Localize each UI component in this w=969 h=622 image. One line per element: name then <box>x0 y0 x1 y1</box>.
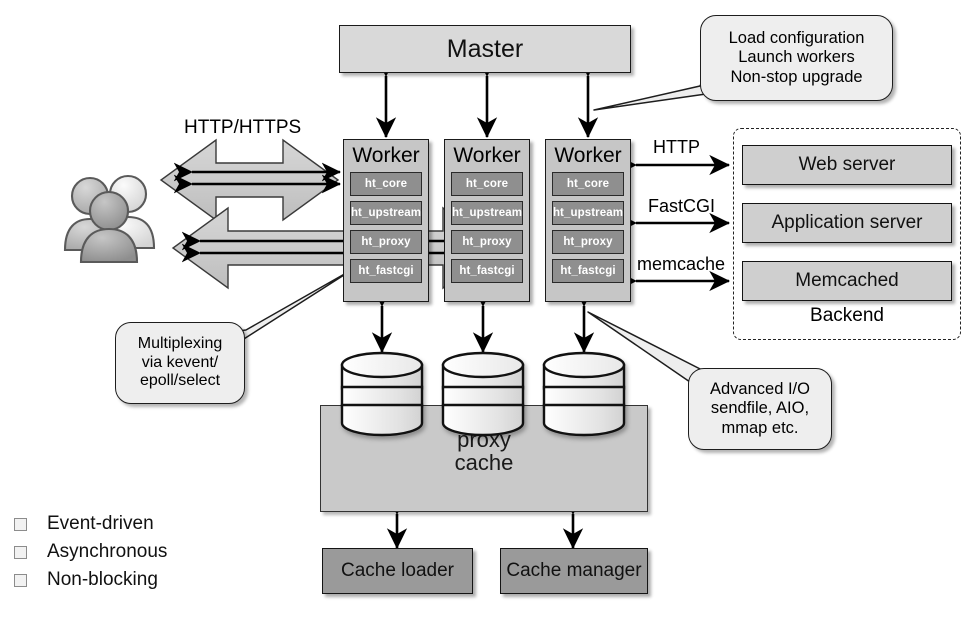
legend-item: Event-driven <box>14 510 254 538</box>
master-process-box[interactable]: Master <box>339 25 631 73</box>
database-cylinder-icon <box>541 345 627 437</box>
square-bullet-icon <box>14 517 27 531</box>
legend-item-label: Non-blocking <box>47 569 158 590</box>
client-protocol-label: HTTP/HTTPS <box>184 117 302 138</box>
callout-multiplexing-line-1: Multiplexing <box>137 334 223 352</box>
worker-1-label: Worker <box>352 143 420 167</box>
proxy-cache-label-line-2: cache <box>454 450 514 476</box>
backend-group-label: Backend <box>810 305 884 326</box>
worker-process-3[interactable]: Worker ht_core ht_upstream ht_proxy ht_f… <box>545 139 631 302</box>
module-ht-fastcgi[interactable]: ht_fastcgi <box>552 259 624 283</box>
callout-master-line-1: Load configuration <box>728 28 865 47</box>
users-icon <box>58 163 163 266</box>
legend: Event-driven Asynchronous Non-blocking <box>14 510 254 594</box>
square-bullet-icon <box>14 545 27 559</box>
cache-loader-box[interactable]: Cache loader <box>322 548 473 594</box>
module-ht-proxy[interactable]: ht_proxy <box>350 230 422 254</box>
backend-memcached-box[interactable]: Memcached <box>742 261 952 301</box>
module-ht-fastcgi[interactable]: ht_fastcgi <box>350 259 422 283</box>
backend-item-label: Web server <box>798 154 896 175</box>
protocol-label-fastcgi: FastCGI <box>648 196 716 216</box>
module-ht-fastcgi[interactable]: ht_fastcgi <box>451 259 523 283</box>
backend-web-server-box[interactable]: Web server <box>742 145 952 185</box>
backend-application-server-box[interactable]: Application server <box>742 203 952 243</box>
backend-item-label: Application server <box>771 212 923 233</box>
module-ht-proxy[interactable]: ht_proxy <box>552 230 624 254</box>
callout-master-line-2: Launch workers <box>738 48 855 67</box>
callout-advanced-io-line-2: sendfile, AIO, <box>710 399 810 418</box>
worker-2-modules: ht_core ht_upstream ht_proxy ht_fastcgi <box>451 172 523 288</box>
worker-2-label: Worker <box>453 143 521 167</box>
module-ht-core[interactable]: ht_core <box>451 172 523 196</box>
worker-1-modules: ht_core ht_upstream ht_proxy ht_fastcgi <box>350 172 422 288</box>
callout-advanced-io-line-1: Advanced I/O <box>710 379 810 398</box>
protocol-label-http: HTTP <box>653 137 700 157</box>
callout-multiplexing: Multiplexing via kevent/ epoll/select <box>115 322 245 404</box>
cache-manager-label: Cache manager <box>506 560 642 581</box>
protocol-label-memcache: memcache <box>637 254 726 274</box>
module-ht-upstream[interactable]: ht_upstream <box>350 201 422 225</box>
legend-item: Asynchronous <box>14 538 254 566</box>
callout-multiplexing-line-3: epoll/select <box>139 372 221 390</box>
legend-item: Non-blocking <box>14 566 254 594</box>
module-ht-core[interactable]: ht_core <box>350 172 422 196</box>
worker-process-1[interactable]: Worker ht_core ht_upstream ht_proxy ht_f… <box>343 139 429 302</box>
cache-loader-label: Cache loader <box>340 560 455 581</box>
cache-manager-box[interactable]: Cache manager <box>500 548 648 594</box>
callout-advanced-io-line-3: mmap etc. <box>721 418 799 437</box>
master-label: Master <box>446 34 524 63</box>
backend-item-label: Memcached <box>795 270 899 291</box>
module-ht-upstream[interactable]: ht_upstream <box>552 201 624 225</box>
diagram-canvas: Master Load configuration Launch workers… <box>0 0 969 622</box>
callout-advanced-io: Advanced I/O sendfile, AIO, mmap etc. <box>688 368 832 450</box>
square-bullet-icon <box>14 573 27 587</box>
callout-master-duties: Load configuration Launch workers Non-st… <box>700 15 893 101</box>
module-ht-proxy[interactable]: ht_proxy <box>451 230 523 254</box>
database-cylinder-icon <box>440 345 526 437</box>
legend-item-label: Asynchronous <box>47 541 168 562</box>
legend-item-label: Event-driven <box>47 513 154 534</box>
module-ht-core[interactable]: ht_core <box>552 172 624 196</box>
callout-master-line-3: Non-stop upgrade <box>730 67 863 86</box>
callout-multiplexing-line-2: via kevent/ <box>141 353 219 371</box>
module-ht-upstream[interactable]: ht_upstream <box>451 201 523 225</box>
worker-process-2[interactable]: Worker ht_core ht_upstream ht_proxy ht_f… <box>444 139 530 302</box>
worker-3-label: Worker <box>554 143 622 167</box>
worker-3-modules: ht_core ht_upstream ht_proxy ht_fastcgi <box>552 172 624 288</box>
database-cylinder-icon <box>339 345 425 437</box>
